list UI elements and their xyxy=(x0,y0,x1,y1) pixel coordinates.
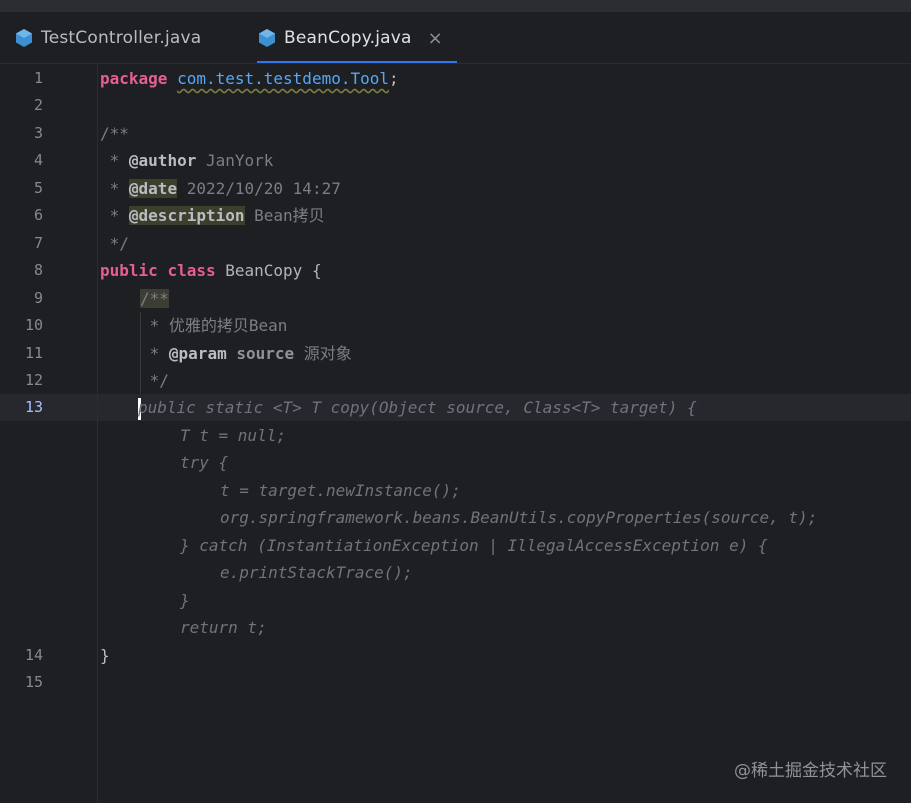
code-line: t = target.newInstance(); xyxy=(220,481,461,500)
code-line: /** xyxy=(140,289,169,308)
code-line: */ xyxy=(100,234,129,253)
line-number: 9 xyxy=(33,289,43,307)
watermark: @稀土掘金技术社区 xyxy=(734,761,887,781)
code-line: * @description Bean拷贝 xyxy=(100,206,325,225)
window-top-strip xyxy=(0,0,911,13)
line-number: 6 xyxy=(33,206,43,224)
tab-label: BeanCopy.java xyxy=(284,28,412,48)
code-line: */ xyxy=(140,371,169,390)
line-number: 1 xyxy=(33,69,43,87)
code-line: e.printStackTrace(); xyxy=(220,563,413,582)
code-line: * @param source 源对象 xyxy=(140,344,352,363)
line-number-current: 13 xyxy=(24,398,43,416)
java-class-icon xyxy=(16,29,32,47)
code-line: public class BeanCopy { xyxy=(100,261,322,280)
code-line: return t; xyxy=(180,618,267,637)
code-line: * @author JanYork xyxy=(100,151,274,170)
line-number: 2 xyxy=(33,96,43,114)
line-number: 14 xyxy=(24,646,43,664)
line-number: 7 xyxy=(33,234,43,252)
line-number: 8 xyxy=(33,261,43,279)
code-line: } catch (InstantiationException | Illega… xyxy=(180,536,768,555)
editor-tab-bar: TestController.java BeanCopy.java × xyxy=(0,13,911,64)
code-line: org.springframework.beans.BeanUtils.copy… xyxy=(220,508,818,527)
java-class-icon xyxy=(259,29,275,47)
package-name: com.test.testdemo.Tool xyxy=(177,69,389,88)
line-number-gutter: 1 2 3 4 5 6 7 8 9 10 11 12 13 14 15 xyxy=(0,64,98,803)
tab-beancopy[interactable]: BeanCopy.java × xyxy=(257,13,457,63)
code-line: * 优雅的拷贝Bean xyxy=(140,316,288,335)
code-line: try { xyxy=(180,453,229,472)
code-editor[interactable]: 1 2 3 4 5 6 7 8 9 10 11 12 13 14 15 pack… xyxy=(0,64,911,803)
line-number: 12 xyxy=(24,371,43,389)
line-number: 3 xyxy=(33,124,43,142)
code-line: T t = null; xyxy=(180,426,286,445)
code-line: public static <T> T copy(Object source, … xyxy=(138,394,697,421)
code-line: } xyxy=(180,591,190,610)
close-tab-icon[interactable]: × xyxy=(428,28,443,49)
code-line: } xyxy=(100,646,110,665)
line-number: 15 xyxy=(24,673,43,691)
code-line: package com.test.testdemo.Tool; xyxy=(100,69,399,88)
line-number: 10 xyxy=(24,316,43,334)
tab-label: TestController.java xyxy=(41,28,202,48)
line-number: 11 xyxy=(24,344,43,362)
code-line: /** xyxy=(100,124,129,143)
code-line: * @date 2022/10/20 14:27 xyxy=(100,179,341,198)
tab-testcontroller[interactable]: TestController.java xyxy=(14,13,201,63)
line-number: 4 xyxy=(33,151,43,169)
line-number: 5 xyxy=(33,179,43,197)
